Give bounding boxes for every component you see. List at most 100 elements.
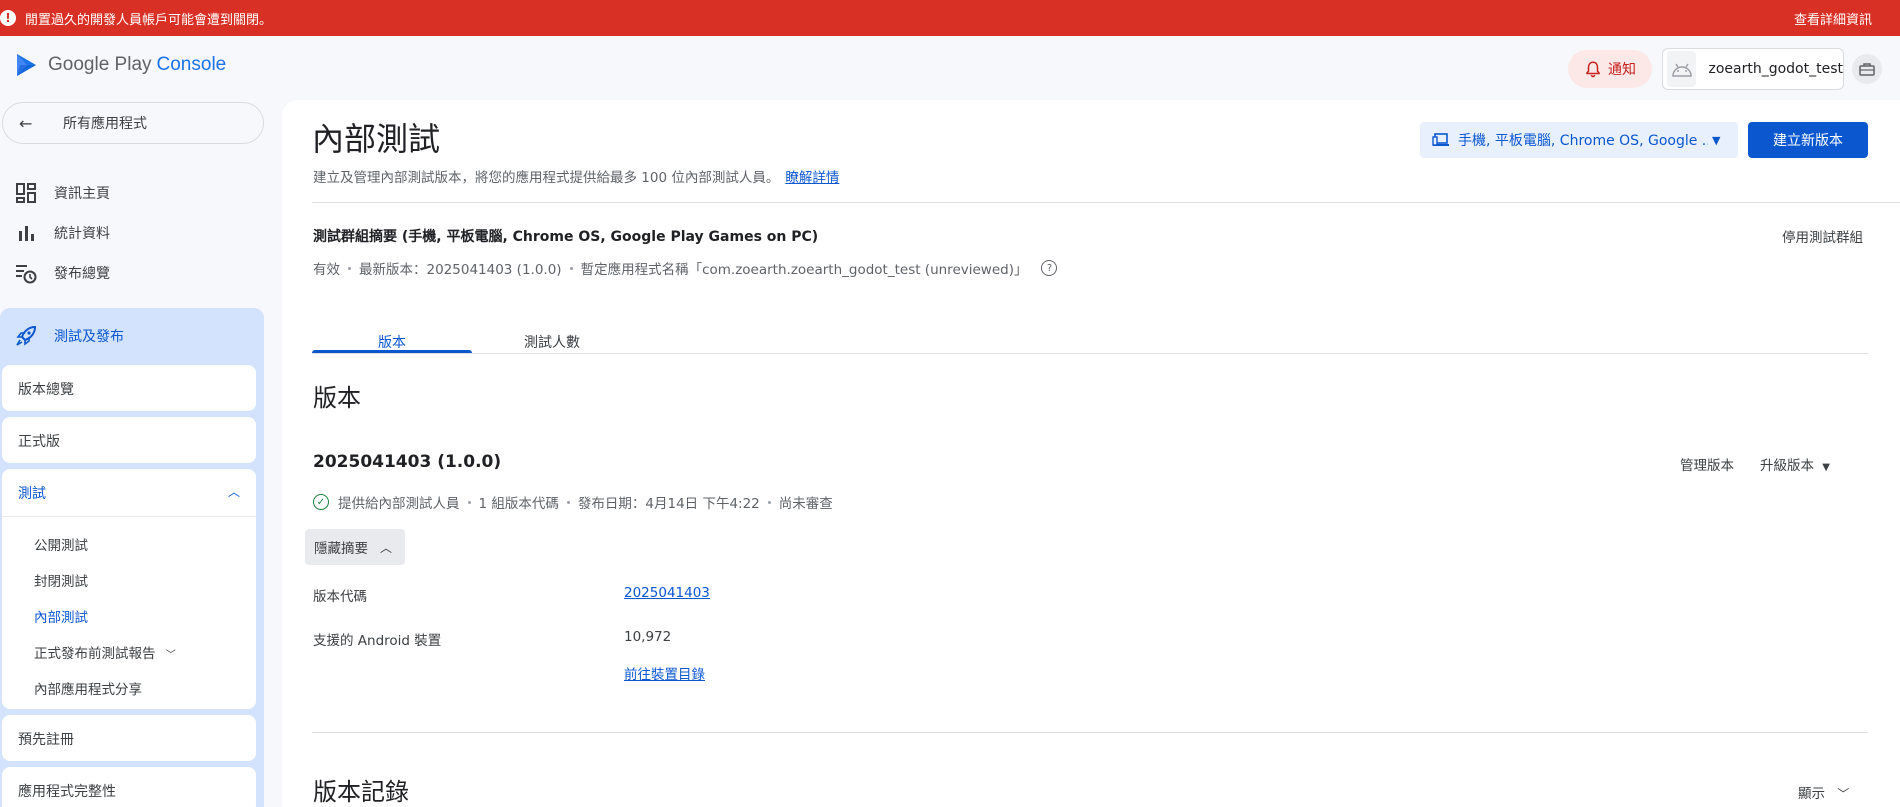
testing-group-card: 測試 ︿ 公開測試 封閉測試 內部測試 正式發布前測試報告 ﹀ 內部應用程式分享 [2,469,256,709]
device-catalog-link[interactable]: 前往裝置目錄 [624,663,705,683]
show-history-button[interactable]: 顯示 ﹀ [1798,782,1849,802]
publishing-overview-icon [14,261,38,285]
test-group-meta: 有效 最新版本：2025041403 (1.0.0) 暫定應用程式名稱「com.… [313,258,1058,278]
page-subtitle: 建立及管理內部測試版本，將您的應用程式提供給最多 100 位內部測試人員。 瞭解詳… [313,166,839,186]
chevron-up-icon: ︿ [380,540,393,555]
all-apps-label: 所有應用程式 [63,116,147,132]
section-divider [312,732,1868,733]
latest-version-text: 最新版本：2025041403 (1.0.0) [359,262,562,278]
android-app-icon [1667,51,1697,87]
brand-google-play: Google Play [48,54,152,75]
available-to-text: 提供給內部測試人員 [338,496,460,512]
sidebar-item-pre-launch-report[interactable]: 正式發布前測試報告 ﹀ [34,642,176,662]
dropdown-arrow-icon: ▼ [1822,462,1830,473]
tab-testers[interactable]: 測試人數 [472,322,632,362]
supported-devices-label: 支援的 Android 裝置 [313,633,442,649]
app-header: Google Play Console 通知 zoearth_godot_tes… [0,36,1900,100]
check-circle-icon: ✓ [313,494,329,510]
temp-app-name-text: 暫定應用程式名稱「com.zoearth.zoearth_godot_test … [580,262,1028,278]
tab-releases[interactable]: 版本 [312,322,472,362]
account-name: zoearth_godot_test [1708,61,1843,77]
testing-and-release-section: 測試及發布 版本總覽 正式版 測試 ︿ 公開測試 封閉測試 內部測試 正式發布前… [0,308,264,807]
testing-label: 測試 [18,486,46,502]
sidebar-item-release-overview[interactable]: 版本總覽 [2,365,256,411]
create-new-release-button[interactable]: 建立新版本 [1748,122,1868,158]
hide-summary-button[interactable]: 隱藏摘要 ︿ [305,529,405,565]
chevron-up-icon: ︿ [227,485,240,499]
sidebar-item-publishing-overview[interactable]: 發布總覽 [0,254,264,292]
rocket-icon [14,324,38,348]
notifications-label: 通知 [1608,62,1636,78]
pre-registration-label: 預先註冊 [18,732,74,748]
account-switcher[interactable]: zoearth_godot_test [1662,48,1844,90]
publish-date-text: 發布日期：4月14日 下午4:22 [577,496,760,512]
production-label: 正式版 [18,434,60,450]
sidebar-item-testing-and-release[interactable]: 測試及發布 [0,308,264,364]
hide-summary-label: 隱藏摘要 [314,541,368,557]
version-code-label: 版本代碼 [313,589,367,605]
bell-icon [1586,61,1600,78]
sidebar-item-dashboard[interactable]: 資訊主頁 [0,174,264,212]
sidebar-item-label: 資訊主頁 [54,186,110,202]
device-type-label: 手機, 平板電腦, Chrome OS, Google ... [1458,133,1708,149]
sidebar-item-open-testing[interactable]: 公開測試 [34,534,88,554]
main-content: 內部測試 建立及管理內部測試版本，將您的應用程式提供給最多 100 位內部測試人… [282,100,1900,807]
bar-chart-icon [14,221,38,245]
sidebar-item-app-integrity[interactable]: 應用程式完整性 [2,767,256,807]
play-console-logo[interactable]: Google Play Console [14,52,226,78]
learn-more-link[interactable]: 瞭解詳情 [785,170,839,186]
sidebar: ← 所有應用程式 資訊主頁 統計資料 發布總覽 測試及發布 版本總覽 正式版 測… [0,100,264,807]
play-logo-icon [17,54,36,76]
separator-dot [566,500,570,504]
review-status-text: 尚未審查 [778,496,833,512]
release-meta: ✓ 提供給內部測試人員 1 組版本代碼 發布日期：4月14日 下午4:22 尚未… [313,492,833,512]
notifications-button[interactable]: 通知 [1568,50,1652,88]
arrow-back-icon: ← [19,113,33,133]
manage-release-button[interactable]: 管理版本 [1680,454,1734,474]
sidebar-item-production[interactable]: 正式版 [2,417,256,463]
banner-message: 閒置過久的開發人員帳戶可能會遭到關閉。 [25,12,273,28]
upgrade-release-button[interactable]: 升級版本 ▼ [1760,454,1830,474]
separator-dot [467,500,471,504]
separator-dot [348,266,351,270]
warning-banner: ! 閒置過久的開發人員帳戶可能會遭到關閉。 查看詳細資訊 [0,0,1900,36]
dashboard-icon [14,181,38,205]
brand-console: Console [156,54,227,75]
releases-section-title: 版本 [313,384,361,412]
sidebar-item-pre-registration[interactable]: 預先註冊 [2,715,256,761]
sidebar-item-label: 發布總覽 [54,266,110,282]
section-label: 測試及發布 [54,329,124,345]
page-subtitle-text: 建立及管理內部測試版本，將您的應用程式提供給最多 100 位內部測試人員。 [313,170,780,186]
sidebar-item-internal-app-sharing[interactable]: 內部應用程式分享 [34,678,142,698]
release-overview-label: 版本總覽 [18,382,74,398]
sidebar-item-internal-testing[interactable]: 內部測試 [34,606,88,626]
release-title: 2025041403 (1.0.0) [313,452,502,472]
tabs-divider [312,353,1868,354]
alert-icon: ! [0,10,16,26]
app-integrity-label: 應用程式完整性 [18,784,116,800]
all-apps-button[interactable]: ← 所有應用程式 [2,102,264,144]
disable-test-group-button[interactable]: 停用測試群組 [1782,226,1863,246]
briefcase-icon[interactable] [1852,54,1882,84]
sidebar-item-statistics[interactable]: 統計資料 [0,214,264,252]
separator-dot [569,266,573,270]
page-title: 內部測試 [312,120,441,158]
help-icon[interactable]: ? [1041,260,1058,276]
separator-dot [767,500,771,504]
status-text: 有效 [313,262,340,278]
device-type-selector[interactable]: 手機, 平板電腦, Chrome OS, Google ... ▼ [1420,122,1738,158]
test-group-summary-title: 測試群組摘要 (手機, 平板電腦, Chrome OS, Google Play… [313,229,819,245]
devices-icon [1432,131,1450,149]
version-codes-count: 1 組版本代碼 [478,496,559,512]
chevron-down-icon: ﹀ [165,650,176,661]
sidebar-item-testing[interactable]: 測試 ︿ [2,469,256,517]
chevron-down-icon: ﹀ [1837,787,1850,801]
upgrade-release-label: 升級版本 [1760,458,1814,474]
supported-devices-value: 10,972 [624,629,672,645]
version-code-link[interactable]: 2025041403 [624,585,710,601]
header-divider [312,202,1900,203]
banner-details-link[interactable]: 查看詳細資訊 [1794,9,1872,28]
pre-launch-report-label: 正式發布前測試報告 [34,646,156,662]
sidebar-item-label: 統計資料 [54,226,110,242]
sidebar-item-closed-testing[interactable]: 封閉測試 [34,570,88,590]
